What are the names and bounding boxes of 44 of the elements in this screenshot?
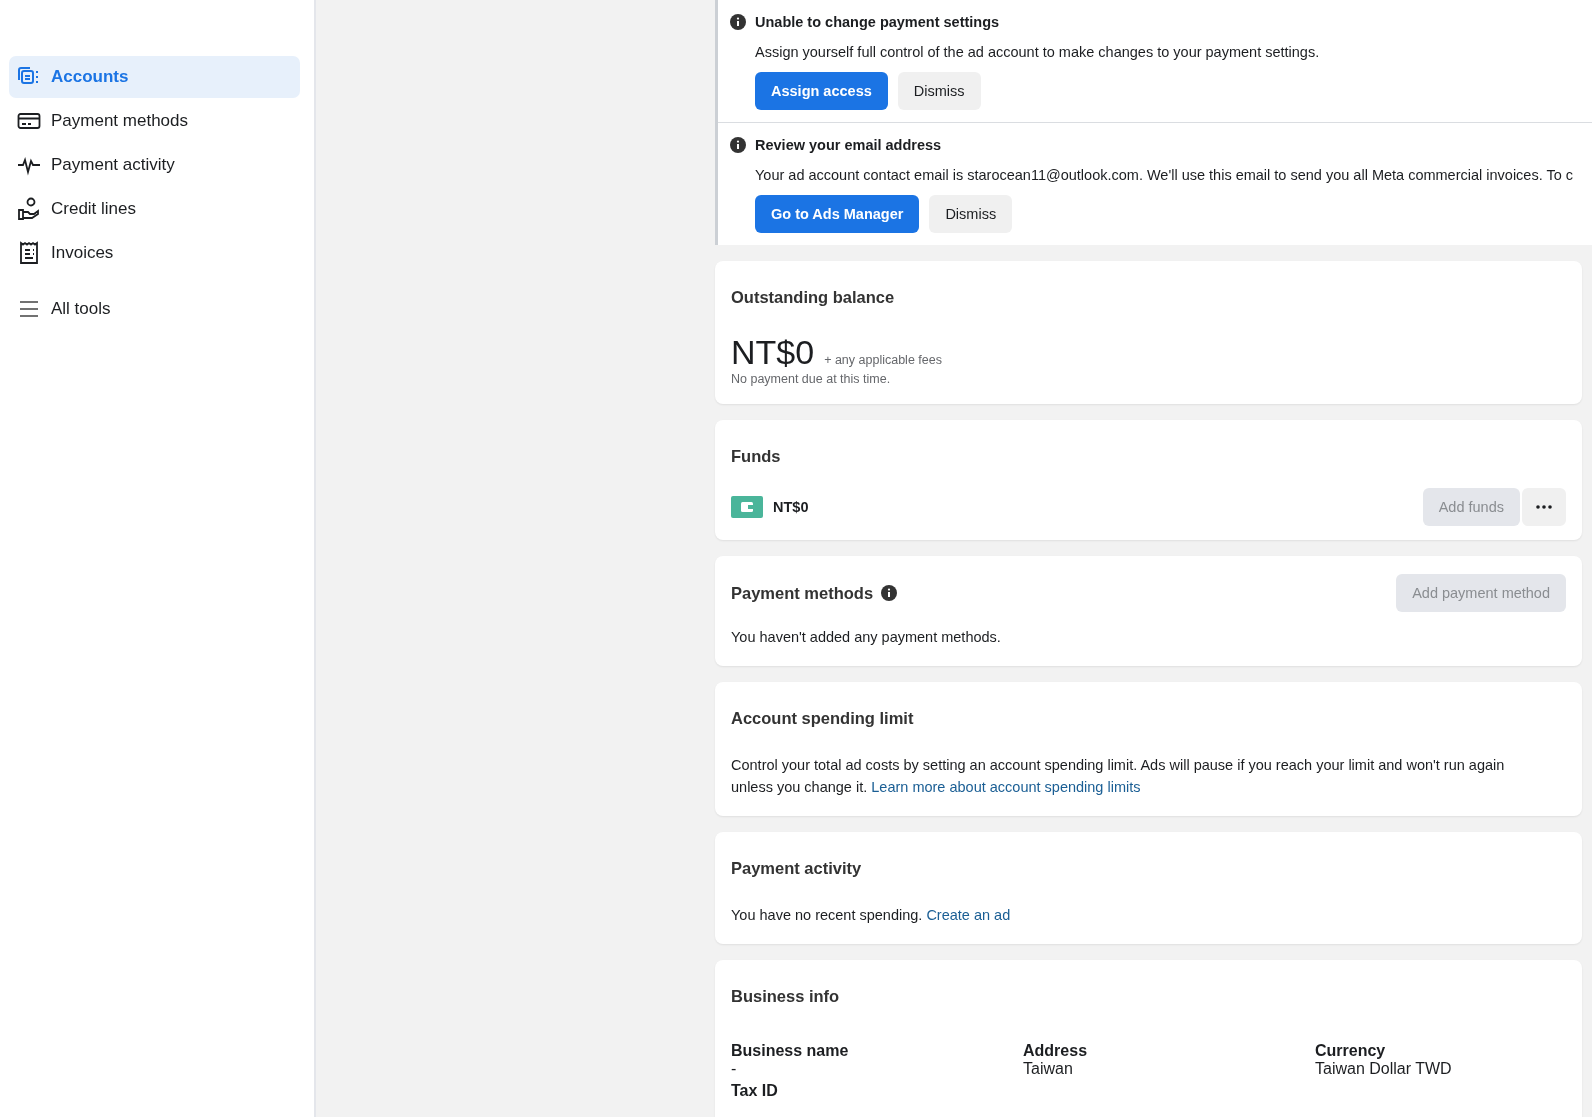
primary-button[interactable]: Assign access xyxy=(755,72,888,110)
learn-more-link[interactable]: Learn more about account spending limits xyxy=(871,779,1141,795)
sidebar-item[interactable]: Accounts xyxy=(9,56,300,98)
receipt-icon xyxy=(17,241,41,265)
primary-button[interactable]: Go to Ads Manager xyxy=(755,195,920,233)
empty-message: You haven't added any payment methods. xyxy=(731,628,1002,647)
more-icon xyxy=(1536,505,1552,509)
fees-note: + any applicable fees xyxy=(824,353,942,367)
field-value: Taiwan xyxy=(1023,1060,1074,1078)
card-title: Account spending limit xyxy=(731,709,915,728)
alert-message: Your ad account contact email is starocean11@outlook.com. We'll use this email to send you all Meta commercial invoices. To c xyxy=(755,167,1575,183)
dismiss-button[interactable]: Dismiss xyxy=(897,72,981,110)
field-label: Business name xyxy=(731,1042,850,1060)
field-label: Tax ID xyxy=(731,1082,779,1100)
create-ad-link[interactable]: Create an ad xyxy=(926,907,1011,923)
field-value: Taiwan Dollar TWD xyxy=(1315,1060,1453,1078)
dismiss-button[interactable]: Dismiss xyxy=(929,195,1013,233)
card-title: Payment methods xyxy=(731,583,874,603)
card-title: Outstanding balance xyxy=(731,288,896,307)
alert-title: Review your email address xyxy=(755,137,942,153)
info-icon xyxy=(881,585,898,601)
hand-coin-icon xyxy=(17,197,41,221)
balance-amount: NT$0 xyxy=(731,333,815,372)
sidebar-item[interactable]: Credit lines xyxy=(9,188,300,230)
sidebar-item[interactable]: Payment activity xyxy=(9,144,300,186)
more-button[interactable] xyxy=(1522,488,1566,526)
funds-amount: NT$0 xyxy=(773,499,809,515)
activity-text: You have no recent spending. Create an ad xyxy=(731,906,1012,925)
field-label: Address xyxy=(1023,1042,1089,1060)
spending-limit-text: Control your total ad costs by setting an account spending limit. Ads will pause if you reach your limit and won't run again unless you change it. Learn more about account spending limits xyxy=(731,756,1506,797)
wallet-icon xyxy=(731,496,763,518)
info-icon xyxy=(730,14,746,30)
card-title: Funds xyxy=(731,447,782,466)
card-title: Payment activity xyxy=(731,859,863,878)
field-value: - xyxy=(731,1060,738,1078)
alert-title: Unable to change payment settings xyxy=(755,14,1000,30)
field-label: Currency xyxy=(1315,1042,1387,1060)
all-tools-item[interactable]: All tools xyxy=(9,288,300,330)
info-icon xyxy=(730,137,746,153)
sidebar-item[interactable]: Invoices xyxy=(9,232,300,274)
alert-message: Assign yourself full control of the ad account to make changes to your payment settings. xyxy=(755,44,1321,60)
sidebar-item[interactable]: Payment methods xyxy=(9,100,300,142)
balance-status: No payment due at this time. xyxy=(731,372,892,386)
card-title: Business info xyxy=(731,987,841,1006)
